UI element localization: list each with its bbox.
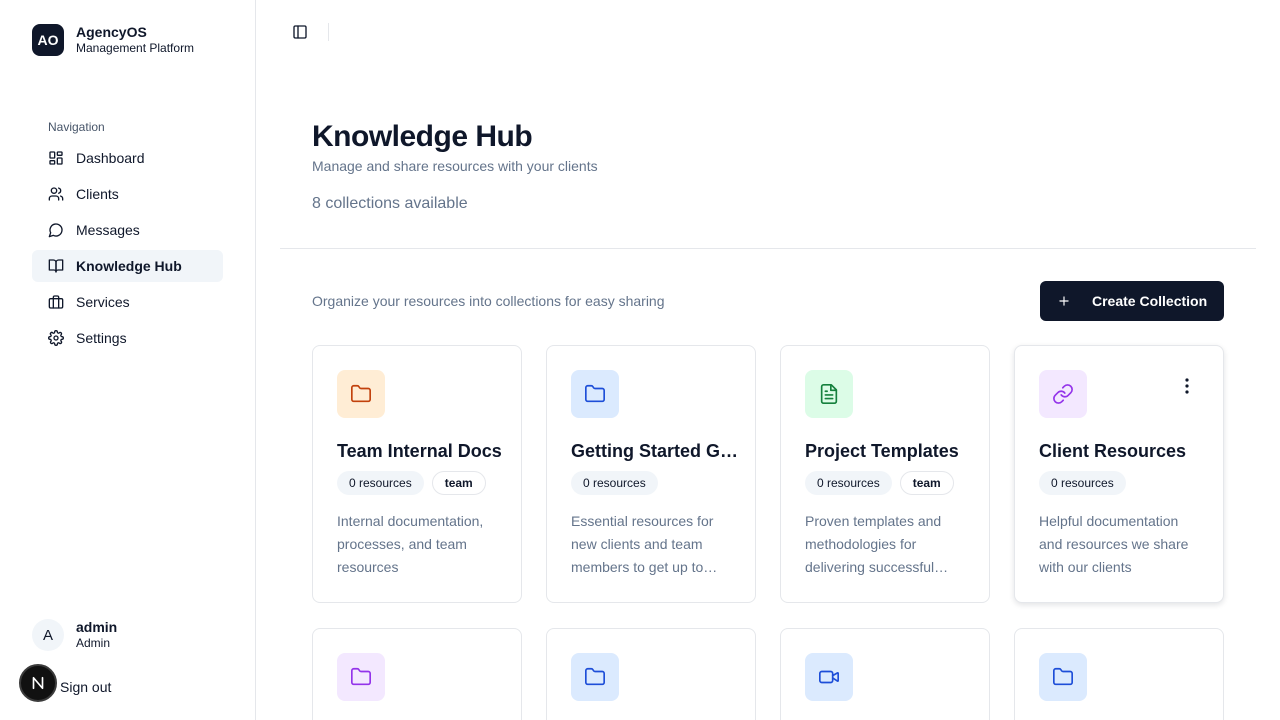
avatar: A [32, 619, 64, 651]
page-title: Knowledge Hub [312, 120, 533, 153]
sidebar-item-label: Clients [76, 186, 119, 202]
sidebar-item-knowledge-hub[interactable]: Knowledge Hub [32, 250, 223, 282]
collection-title: Getting Started Guide [571, 441, 741, 461]
create-collection-button[interactable]: Create Collection [1040, 281, 1224, 321]
link-icon [1039, 370, 1087, 418]
header-divider [280, 248, 1256, 249]
nextjs-dev-badge[interactable] [19, 664, 57, 702]
video-icon [805, 653, 853, 701]
collection-description: Helpful documentation and resources we s… [1039, 513, 1189, 575]
sidebar-item-clients[interactable]: Clients [32, 178, 223, 210]
user-name: admin [76, 619, 118, 635]
sidebar-item-dashboard[interactable]: Dashboard [32, 142, 223, 174]
more-options-icon[interactable] [1179, 376, 1195, 396]
brand[interactable]: AO AgencyOS Management Platform [32, 24, 194, 56]
topbar-divider [328, 23, 329, 41]
resource-count-badge: 0 resources [1039, 471, 1126, 495]
gear-icon [48, 330, 64, 346]
brand-subtitle: Management Platform [76, 41, 195, 55]
message-circle-icon [48, 222, 64, 238]
page-subtitle: Manage and share resources with your cli… [312, 158, 598, 174]
sidebar-item-services[interactable]: Services [32, 286, 223, 318]
collection-title: Team Internal Docs [337, 441, 502, 461]
collection-description: Essential resources for new clients and … [571, 513, 714, 575]
sidebar-item-label: Dashboard [76, 150, 145, 166]
sidebar-item-label: Messages [76, 222, 140, 238]
brand-logo: AO [32, 24, 64, 56]
folder-icon [571, 370, 619, 418]
collection-card[interactable] [1014, 628, 1224, 720]
sidebar: AO AgencyOS Management Platform Navigati… [0, 0, 256, 720]
resource-count-badge: 0 resources [337, 471, 424, 495]
collection-description: Internal documentation, processes, and t… [337, 513, 484, 575]
collections-count: 8 collections available [312, 195, 468, 212]
users-icon [48, 186, 64, 202]
folder-icon [1039, 653, 1087, 701]
collection-title: Client Resources [1039, 441, 1187, 461]
sign-out-button[interactable]: Sign out [60, 679, 111, 695]
collection-card[interactable] [312, 628, 522, 720]
tag-badge: team [899, 471, 954, 495]
tag-badge: team [431, 471, 486, 495]
n-logo-icon [32, 676, 44, 690]
panel-left-icon [293, 25, 307, 39]
collection-card[interactable]: Client Resources 0 resources Helpful doc… [1014, 345, 1224, 603]
resource-count-badge: 0 resources [571, 471, 658, 495]
sidebar-toggle-button[interactable] [290, 22, 310, 42]
brand-name: AgencyOS [76, 24, 147, 40]
resource-count-badge: 0 resources [805, 471, 892, 495]
collection-card[interactable] [780, 628, 990, 720]
book-open-icon [48, 258, 64, 274]
sidebar-nav: Dashboard Clients Messages Knowledge Hub… [32, 142, 223, 358]
sidebar-item-label: Services [76, 294, 130, 310]
folder-icon [571, 653, 619, 701]
plus-icon [1056, 293, 1072, 309]
nav-section-label: Navigation [48, 120, 105, 134]
file-text-icon [805, 370, 853, 418]
folder-icon [337, 370, 385, 418]
collection-card[interactable]: Project Templates 0 resources team Prove… [780, 345, 990, 603]
collection-card[interactable] [546, 628, 756, 720]
sidebar-item-label: Settings [76, 330, 127, 346]
sidebar-item-label: Knowledge Hub [76, 258, 182, 274]
folder-icon [337, 653, 385, 701]
collection-card[interactable]: Team Internal Docs 0 resources team Inte… [312, 345, 522, 603]
collections-hint: Organize your resources into collections… [312, 293, 665, 309]
sidebar-item-settings[interactable]: Settings [32, 322, 223, 354]
briefcase-icon [48, 294, 64, 310]
sidebar-item-messages[interactable]: Messages [32, 214, 223, 246]
collection-title: Project Templates [805, 441, 959, 461]
collection-description: Proven templates and methodologies for d… [805, 513, 942, 575]
collection-card[interactable]: Getting Started Guide 0 resources Essent… [546, 345, 756, 603]
user-role: Admin [76, 636, 111, 650]
create-collection-label: Create Collection [1092, 293, 1208, 309]
user-menu[interactable]: A admin Admin [32, 619, 117, 651]
layout-dashboard-icon [48, 150, 64, 166]
